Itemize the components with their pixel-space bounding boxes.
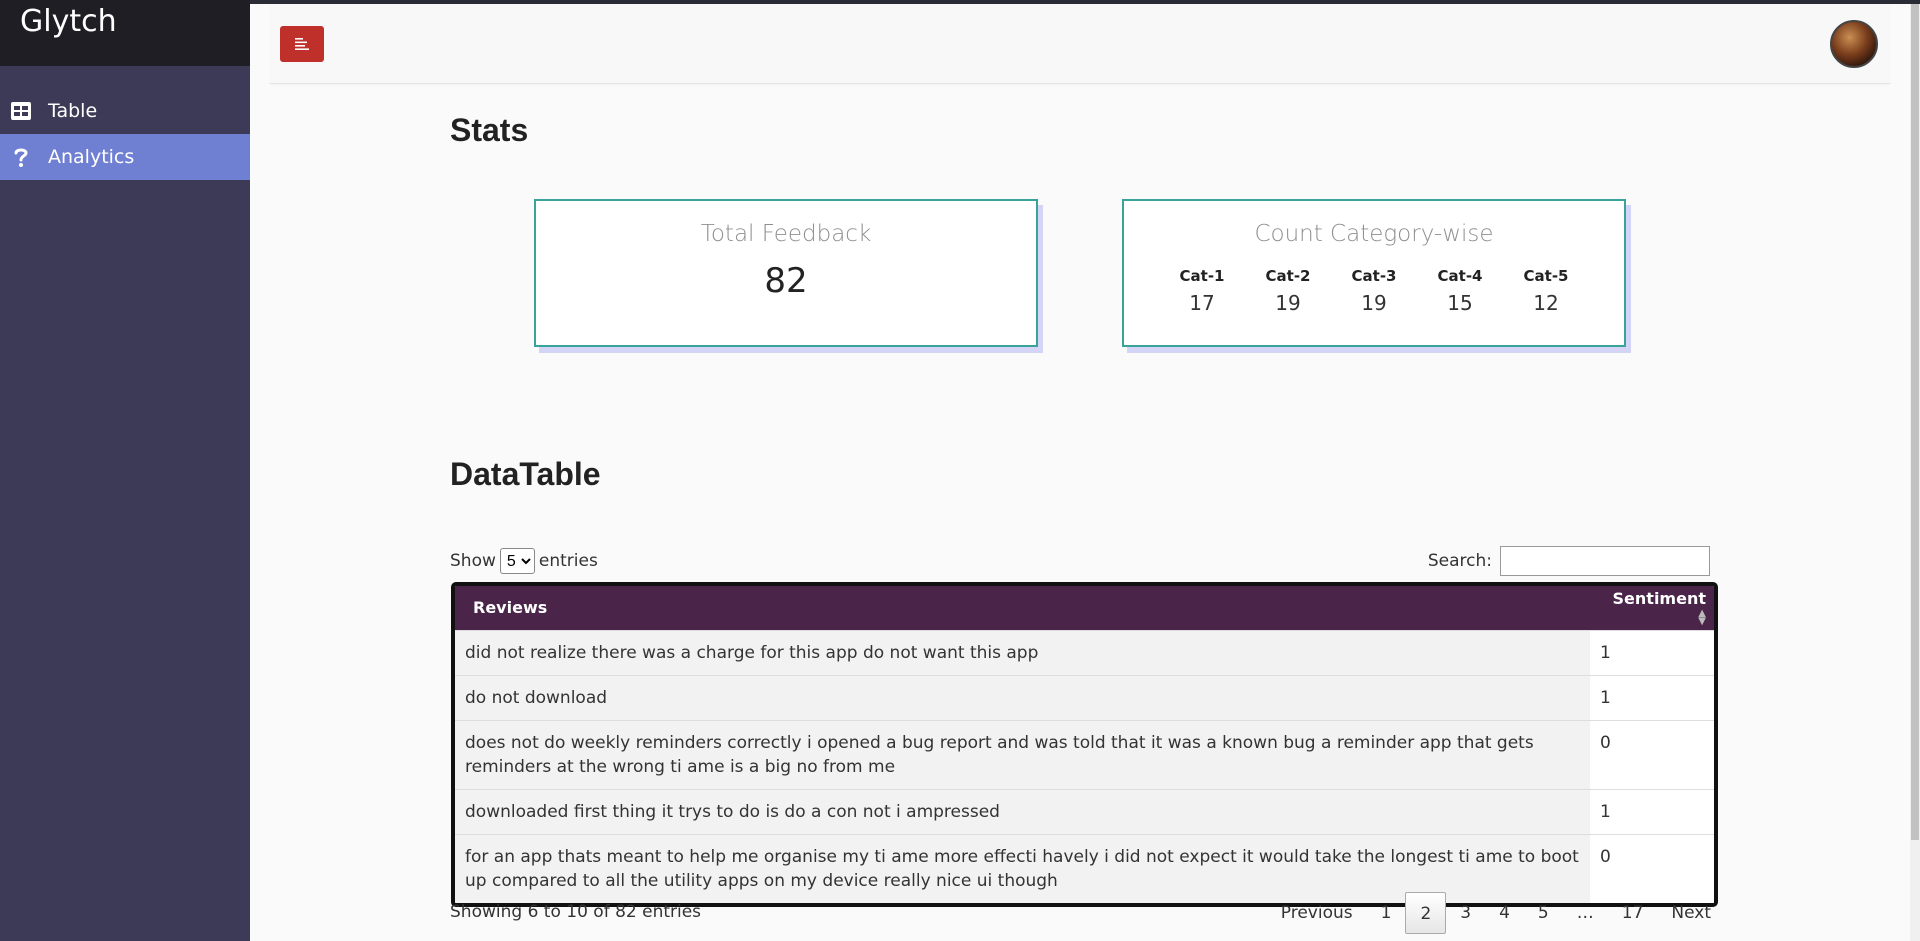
user-avatar[interactable] [1830,20,1878,68]
category-item: Cat-1 17 [1180,267,1225,315]
category-item: Cat-5 12 [1524,267,1569,315]
category-item: Cat-4 15 [1438,267,1483,315]
sidebar-item-table[interactable]: Table [0,88,250,134]
scrollbar-thumb[interactable] [1911,4,1919,840]
category-label: Cat-1 [1179,267,1225,285]
pagination-page-1[interactable]: 1 [1367,892,1406,934]
sentiment-cell: 0 [1590,719,1714,789]
sentiment-cell: 1 [1590,674,1714,720]
datatable-heading: DataTable [450,456,601,492]
sidebar: Glytch Table Analytics [0,0,250,941]
total-feedback-value: 82 [764,261,808,301]
category-value: 17 [1189,291,1215,315]
top-navbar [270,4,1890,84]
column-header-label: Reviews [473,598,548,618]
sidebar-item-label: Table [48,100,98,122]
datatable-controls: Show 5 entries Search: [450,542,1710,578]
sentiment-cell: 1 [1590,788,1714,834]
review-cell: downloaded first thing it trys to do is … [455,788,1590,834]
brand-logo[interactable]: Glytch [0,0,250,66]
search-control: Search: [1428,546,1710,576]
search-label: Search: [1427,551,1492,571]
sidebar-item-label: Analytics [48,146,135,168]
table-row: downloaded first thing it trys to do is … [455,788,1714,834]
page-scrollbar[interactable] [1910,4,1920,941]
category-item: Cat-2 19 [1266,267,1311,315]
pagination-page-2[interactable]: 2 [1405,892,1447,934]
category-value: 19 [1275,291,1301,315]
search-input[interactable] [1500,546,1710,576]
question-icon [10,146,32,168]
table-row: do not download 1 [455,674,1714,720]
table-info: Showing 6 to 10 of 82 entries [450,902,702,922]
category-item: Cat-3 19 [1352,267,1397,315]
pagination-page-17[interactable]: 17 [1608,892,1658,934]
sort-icon: ▲ ▼ [1698,608,1706,628]
category-label: Cat-2 [1265,267,1311,285]
page-length-select[interactable]: 5 [499,548,535,574]
total-feedback-title: Total Feedback [700,221,872,247]
page-length-control: Show 5 entries [450,548,598,574]
category-value: 19 [1361,291,1387,315]
table-row: did not realize there was a charge for t… [455,629,1714,675]
reviews-table: Reviews Sentiment▲ ▼ did not realize ther… [451,582,1718,907]
pagination-page-4[interactable]: 4 [1485,892,1524,934]
review-cell: does not do weekly reminders correctly i… [455,719,1590,789]
table-header-row: Reviews Sentiment▲ ▼ [455,586,1714,630]
total-feedback-card: Total Feedback 82 [534,199,1038,347]
pagination-previous[interactable]: Previous [1267,892,1367,934]
pagination: Previous 1 2 3 4 5 … 17 Next [1267,892,1725,934]
pagination-page-3[interactable]: 3 [1446,892,1485,934]
column-header-sentiment[interactable]: Sentiment▲ ▼ [1590,586,1714,630]
category-label: Cat-3 [1351,267,1397,285]
table-row: does not do weekly reminders correctly i… [455,719,1714,789]
table-icon [10,100,32,122]
column-header-label: Sentiment [1612,588,1706,608]
category-label: Cat-4 [1437,267,1483,285]
pagination-ellipsis: … [1576,903,1594,923]
pagination-page-5[interactable]: 5 [1524,892,1563,934]
show-label: Show [450,551,496,571]
review-cell: did not realize there was a charge for t… [455,629,1590,675]
sentiment-cell: 1 [1590,629,1714,675]
category-count-card: Count Category-wise Cat-1 17 Cat-2 19 Cat-… [1122,199,1626,347]
pagination-next[interactable]: Next [1657,892,1725,934]
category-value: 15 [1447,291,1473,315]
menu-icon [295,38,309,50]
category-label: Cat-5 [1523,267,1569,285]
entries-label: entries [538,551,598,571]
sidebar-toggle-button[interactable] [280,26,324,62]
review-cell: do not download [455,674,1590,720]
category-value: 12 [1533,291,1559,315]
sidebar-item-analytics[interactable]: Analytics [0,134,250,180]
main-content: Stats Total Feedback 82 Count Category-w… [250,4,1920,941]
stats-heading: Stats [450,112,529,148]
category-count-title: Count Category-wise [1254,221,1494,247]
column-header-reviews[interactable]: Reviews [455,586,1590,630]
